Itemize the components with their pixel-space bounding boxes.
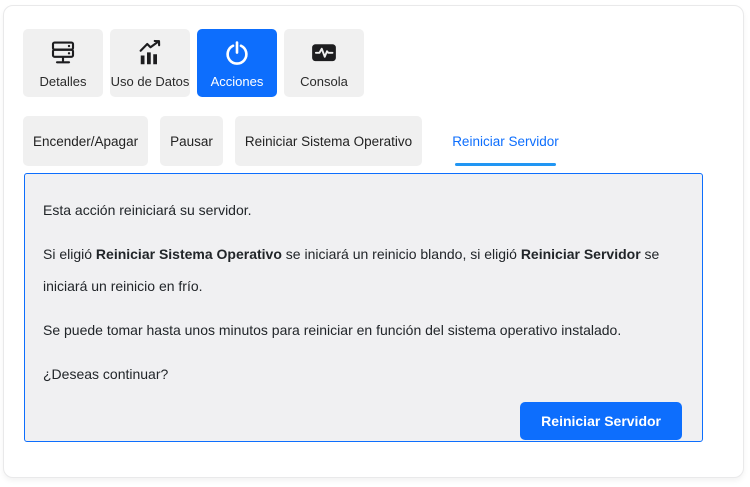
- tab-uso-de-datos[interactable]: Uso de Datos: [110, 29, 190, 97]
- server-icon: [48, 38, 78, 68]
- action-tab-reiniciar-servidor[interactable]: Reiniciar Servidor: [442, 116, 569, 166]
- action-tab-encender-apagar[interactable]: Encender/Apagar: [23, 116, 148, 166]
- tab-acciones[interactable]: Acciones: [197, 29, 277, 97]
- action-tab-bar: Encender/Apagar Pausar Reiniciar Sistema…: [23, 116, 743, 166]
- tab-detalles[interactable]: Detalles: [23, 29, 103, 97]
- action-tab-pausar[interactable]: Pausar: [160, 116, 223, 166]
- action-panel: Esta acción reiniciará su servidor. Si el…: [24, 173, 703, 442]
- tab-consola[interactable]: Consola: [284, 29, 364, 97]
- action-tab-reiniciar-sistema-operativo[interactable]: Reiniciar Sistema Operativo: [235, 116, 422, 166]
- panel-paragraph: Esta acción reiniciará su servidor.: [43, 194, 682, 226]
- main-tab-bar: Detalles Uso de Datos Acc: [4, 6, 743, 97]
- panel-button-row: Reiniciar Servidor: [43, 402, 682, 440]
- chart-icon: [135, 38, 165, 68]
- panel-paragraph: ¿Deseas continuar?: [43, 358, 682, 390]
- tab-label: Acciones: [211, 74, 264, 89]
- tab-label: Consola: [300, 74, 348, 89]
- console-icon: [309, 38, 339, 68]
- tab-label: Detalles: [40, 74, 87, 89]
- panel-paragraph: Se puede tomar hasta unos minutos para r…: [43, 314, 682, 346]
- power-icon: [222, 38, 252, 68]
- panel-paragraph: Si eligió Reiniciar Sistema Operativo se…: [43, 238, 682, 302]
- server-management-card: Detalles Uso de Datos Acc: [3, 5, 744, 478]
- panel-paragraphs: Esta acción reiniciará su servidor. Si el…: [43, 194, 682, 390]
- reiniciar-servidor-button[interactable]: Reiniciar Servidor: [520, 402, 682, 440]
- tab-label: Uso de Datos: [111, 74, 190, 89]
